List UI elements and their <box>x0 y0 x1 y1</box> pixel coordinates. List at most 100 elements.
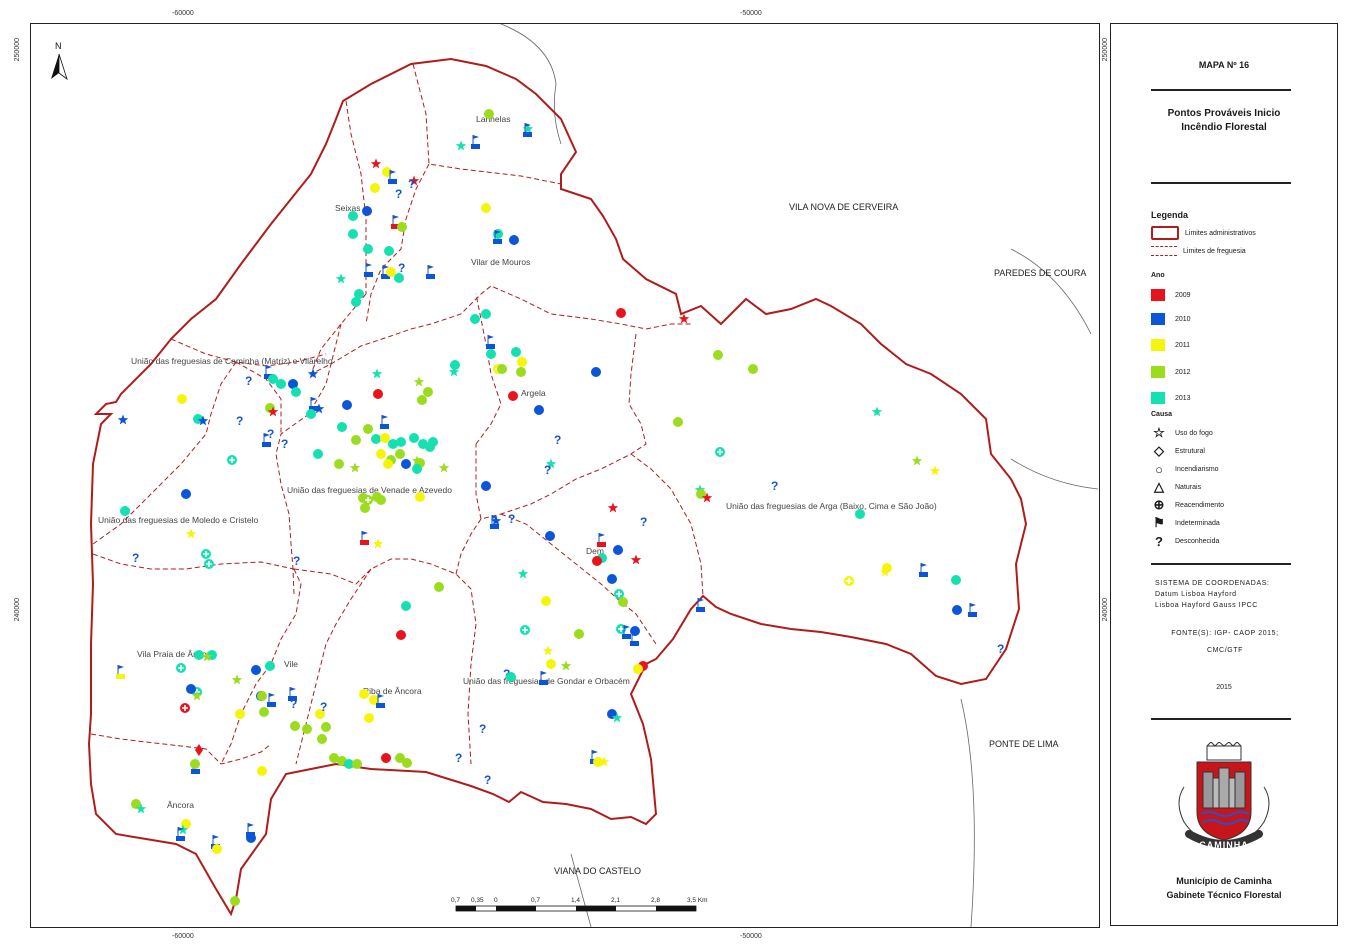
map-number: MAPA Nº 16 <box>1198 60 1250 70</box>
flag-marker <box>116 665 125 679</box>
circle-marker <box>401 459 411 469</box>
flag-marker <box>426 265 435 279</box>
circle-marker <box>434 582 444 592</box>
legend-boundary-admin: Limites administrativos <box>1151 226 1256 240</box>
circle-marker <box>396 630 406 640</box>
flag-marker <box>486 335 495 349</box>
coord-right-1: 250000 <box>1102 38 1109 62</box>
circle-marker <box>351 297 361 307</box>
circle-marker <box>291 387 301 397</box>
circle-marker <box>363 424 373 434</box>
legend-label: Estrutural <box>1175 447 1205 455</box>
flag-marker <box>696 598 705 612</box>
circle-marker <box>481 309 491 319</box>
legend-label: Naturais <box>1175 483 1202 491</box>
circle-marker <box>394 273 404 283</box>
map-frame[interactable]: N Lanhelas Seixas Vilar de Mouros União … <box>30 23 1100 928</box>
circle-marker <box>509 235 519 245</box>
circle-marker <box>384 246 394 256</box>
circle-marker <box>351 435 361 445</box>
map-canvas[interactable]: N Lanhelas Seixas Vilar de Mouros União … <box>31 24 1099 927</box>
legend-label: 2009 <box>1175 291 1191 299</box>
circle-marker <box>516 367 526 377</box>
question-marker: ? <box>267 427 274 441</box>
legend-cause-0: ☆ Uso do fogo <box>1151 425 1213 440</box>
year-swatch <box>1151 339 1165 351</box>
circle-marker <box>373 389 383 399</box>
divider <box>1151 563 1291 565</box>
legend-panel: MAPA Nº 16 Pontos Prováveis Inicio Incên… <box>1110 23 1338 926</box>
circle-marker <box>484 109 494 119</box>
coord-right-2: 240000 <box>1102 598 1109 622</box>
label-argela: Argela <box>521 388 546 398</box>
map-title-line1: Pontos Prováveis Inicio <box>1167 108 1281 119</box>
coord-left-2: 240000 <box>14 598 21 622</box>
question-marker: ? <box>455 751 462 765</box>
circle-marker <box>618 597 628 607</box>
legend-label: Limites administrativos <box>1185 229 1256 237</box>
circle-marker <box>713 350 723 360</box>
star-marker <box>371 368 383 379</box>
star-marker <box>349 462 361 473</box>
year-swatch <box>1151 313 1165 325</box>
plus-circle-marker <box>180 703 190 713</box>
source-line: CMC/GTF <box>1206 647 1244 654</box>
circle-marker <box>190 759 200 769</box>
circle-marker <box>546 659 556 669</box>
year-title: Ano <box>1151 272 1165 279</box>
label-moledo-cristelo: União das freguesias de Moledo e Cristel… <box>98 515 258 525</box>
circle-marker <box>251 665 261 675</box>
question-marker: ? <box>398 261 405 275</box>
circle-marker <box>592 556 602 566</box>
legend-label: Uso do fogo <box>1175 429 1213 437</box>
question-marker: ? <box>281 437 288 451</box>
question-marker: ? <box>132 551 139 565</box>
label-vile: Vile <box>284 659 298 669</box>
legend-label: 2012 <box>1175 368 1191 376</box>
year-swatch <box>1151 366 1165 378</box>
circle-marker <box>409 433 419 443</box>
cause-title: Causa <box>1151 411 1173 418</box>
flag-marker <box>267 693 276 707</box>
circle-marker <box>395 449 405 459</box>
coord-system: SISTEMA DE COORDENADAS: Datum Lisboa Hay… <box>1155 578 1270 611</box>
circle-marker <box>321 722 331 732</box>
footer-line2: Gabinete Técnico Florestal <box>1166 890 1282 900</box>
question-marker: ? <box>544 463 551 477</box>
legend-title: Legenda <box>1151 210 1189 220</box>
circle-marker <box>230 896 240 906</box>
plus-circle-marker <box>201 549 211 559</box>
star-marker <box>185 528 197 539</box>
circle-marker <box>257 691 267 701</box>
legend-cause-2: ○ Incendiarismo <box>1151 462 1219 477</box>
legend-label: Limites de freguesia <box>1183 247 1246 255</box>
circle-marker <box>359 689 369 699</box>
circle-marker <box>362 206 372 216</box>
star-marker <box>413 376 425 387</box>
caminha-crest: CAMINHA <box>1178 742 1270 850</box>
label-viana-castelo: VIANA DO CASTELO <box>554 866 641 876</box>
legend-year-2009: 2009 <box>1151 288 1191 302</box>
circle-marker <box>428 437 438 447</box>
plus-circle-marker <box>715 447 725 457</box>
flag-marker <box>471 135 480 149</box>
circle-marker <box>181 489 191 499</box>
circle-marker <box>334 459 344 469</box>
legend-label: Reacendimento <box>1175 501 1225 509</box>
label-venade-azevedo: União das freguesias de Venade e Azevedo <box>287 485 452 495</box>
question-icon: ? <box>1155 533 1163 549</box>
circle-marker <box>534 405 544 415</box>
circle-marker <box>348 229 358 239</box>
scale-label-4: 1,4 <box>571 897 580 904</box>
label-vilar-mouros: Vilar de Mouros <box>471 257 530 267</box>
circle-marker <box>235 709 245 719</box>
label-riba-ancora: Riba de Âncora <box>363 686 422 696</box>
scale-label-6: 2,8 <box>651 897 660 904</box>
circle-marker <box>412 464 422 474</box>
diamond-marker <box>195 744 203 756</box>
circle-marker <box>290 721 300 731</box>
circle-marker <box>591 367 601 377</box>
admin-boundary-swatch <box>1151 226 1179 240</box>
scale-label-3: 0,7 <box>531 897 540 904</box>
question-marker: ? <box>771 479 778 493</box>
